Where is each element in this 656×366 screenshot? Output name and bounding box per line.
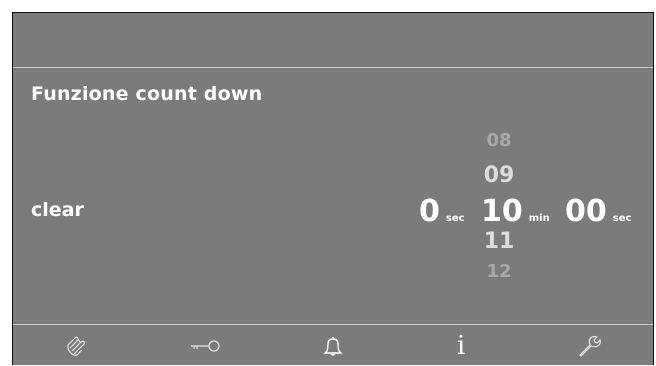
seconds-left-field[interactable]: 0 sec xyxy=(419,194,471,229)
minutes-selected-value: 10 xyxy=(481,194,523,229)
info-icon: i xyxy=(456,330,466,361)
bell-icon xyxy=(321,334,345,358)
nav-wrench-button[interactable] xyxy=(559,329,619,363)
minutes-field[interactable]: 10 min xyxy=(481,194,556,229)
key-icon xyxy=(188,338,222,354)
page-title: Funzione count down xyxy=(31,83,263,105)
nav-info-button[interactable]: i xyxy=(431,329,491,363)
status-bar xyxy=(13,13,653,67)
seconds-right-field[interactable]: 00 sec xyxy=(565,194,637,229)
nav-hand-button[interactable] xyxy=(47,329,107,363)
minute-option-prev1[interactable]: 09 xyxy=(469,163,529,188)
nav-bell-button[interactable] xyxy=(303,329,363,363)
wrench-icon xyxy=(576,333,602,359)
minutes-unit: min xyxy=(528,213,550,224)
seconds-left-value: 0 xyxy=(419,194,440,229)
minute-option-prev2[interactable]: 08 xyxy=(469,130,529,151)
clear-button[interactable]: clear xyxy=(31,199,84,221)
minute-option-next2[interactable]: 12 xyxy=(469,261,529,282)
hand-icon xyxy=(64,333,90,359)
bottom-nav: i xyxy=(13,325,653,366)
minute-option-next1[interactable]: 11 xyxy=(469,229,529,254)
nav-key-button[interactable] xyxy=(175,329,235,363)
device-screen: Funzione count down clear 08 09 11 12 0s… xyxy=(12,12,654,365)
seconds-right-unit: sec xyxy=(612,213,632,224)
top-divider xyxy=(13,67,653,68)
seconds-right-value: 00 xyxy=(565,194,607,229)
seconds-left-unit: sec xyxy=(445,213,465,224)
